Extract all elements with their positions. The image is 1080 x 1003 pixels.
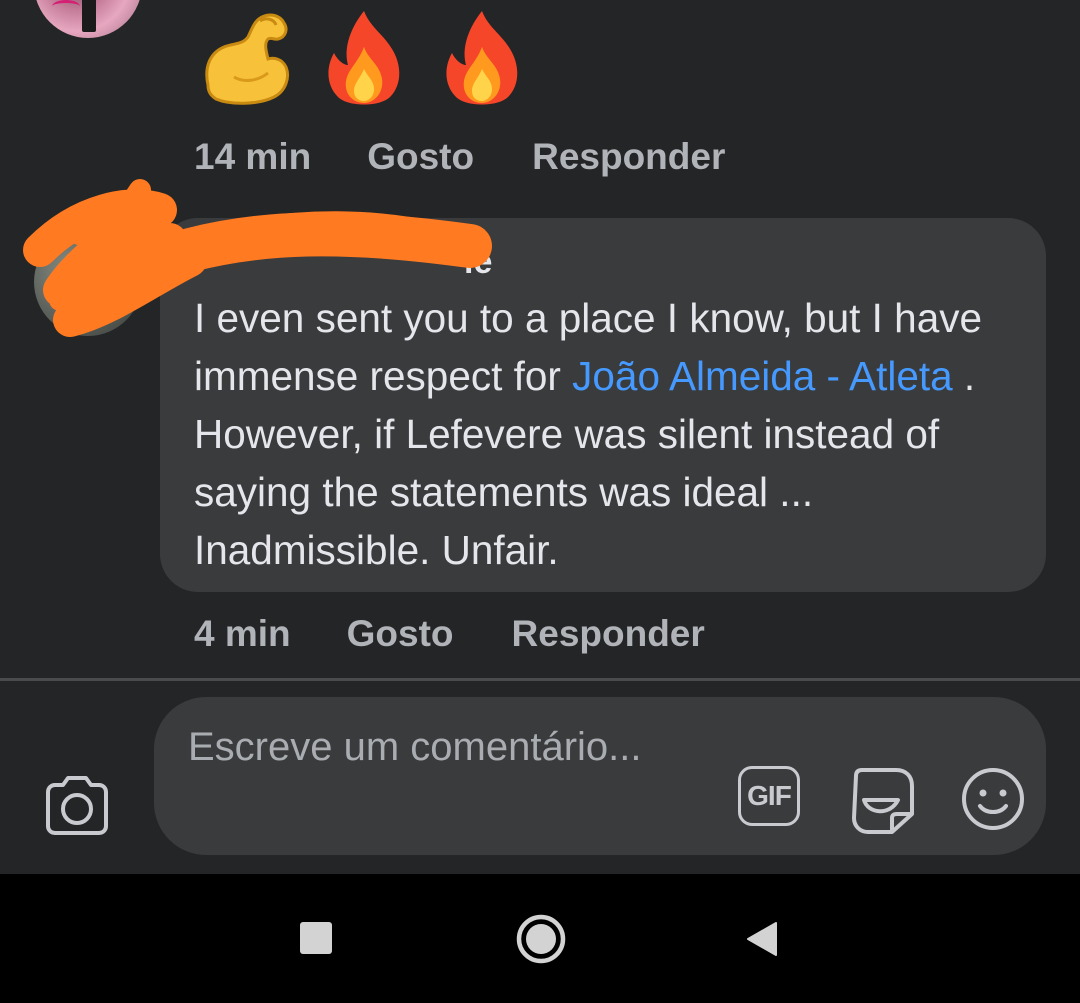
fire-emoji bbox=[446, 11, 518, 105]
comment-timestamp: 14 min bbox=[194, 136, 312, 177]
flexed-biceps-emoji bbox=[205, 13, 289, 105]
composer-divider bbox=[0, 678, 1080, 681]
emoji-reaction-row bbox=[194, 4, 534, 114]
avatar-figure bbox=[82, 0, 96, 32]
comment-author-name[interactable]: le bbox=[194, 238, 492, 286]
comment-timestamp: 4 min bbox=[194, 613, 291, 654]
comment-text: I even sent you to a place I know, but I… bbox=[194, 289, 1024, 579]
reply-button[interactable]: Responder bbox=[532, 136, 725, 178]
fire-emoji bbox=[328, 11, 400, 105]
sticker-icon[interactable] bbox=[848, 766, 916, 836]
previous-comment-actions: 14 min Gosto Responder bbox=[194, 136, 725, 178]
mention-link[interactable]: João Almeida - Atleta bbox=[572, 353, 952, 399]
author-name-visible: le bbox=[464, 243, 493, 281]
comments-screen: 14 min Gosto Responder le I even sent yo… bbox=[0, 0, 1080, 1003]
camera-icon[interactable] bbox=[42, 772, 112, 838]
back-icon[interactable] bbox=[744, 920, 780, 958]
reply-button[interactable]: Responder bbox=[512, 613, 705, 655]
comment-actions: 4 min Gosto Responder bbox=[194, 613, 705, 655]
emoji-icon[interactable] bbox=[960, 766, 1026, 832]
avatar-scribble bbox=[52, 0, 80, 13]
home-icon[interactable] bbox=[514, 912, 568, 966]
comment-input[interactable] bbox=[188, 720, 648, 840]
like-button[interactable]: Gosto bbox=[347, 613, 454, 655]
gif-label: GIF bbox=[738, 766, 800, 826]
commenter-avatar[interactable] bbox=[34, 228, 142, 336]
gif-icon[interactable]: GIF bbox=[738, 766, 806, 832]
previous-commenter-avatar[interactable] bbox=[34, 0, 142, 38]
like-button[interactable]: Gosto bbox=[367, 136, 474, 178]
recent-apps-icon[interactable] bbox=[298, 920, 334, 956]
